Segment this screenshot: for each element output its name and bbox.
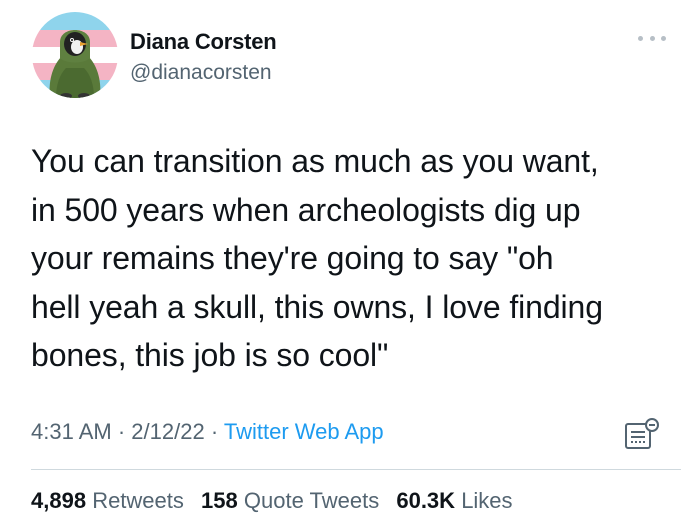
tweet-card: Diana Corsten @dianacorsten You can tran… <box>0 0 700 532</box>
engagement-stats: 4,898 Retweets 158 Quote Tweets 60.3K Li… <box>31 488 524 514</box>
likes-count: 60.3K <box>396 488 456 513</box>
quotes-label: Quote Tweets <box>243 488 380 513</box>
author-name[interactable]: Diana Corsten <box>130 29 277 55</box>
likes-label: Likes <box>461 488 513 513</box>
analytics-icon[interactable] <box>624 417 660 453</box>
tweet-source-link[interactable]: Twitter Web App <box>224 419 384 444</box>
tweet-text-line: You can transition as much as you want, <box>31 143 599 179</box>
tweet-meta: 4:31 AM · 2/12/22 · Twitter Web App <box>31 419 384 445</box>
quote-tweets-stat[interactable]: 158 Quote Tweets <box>201 488 379 513</box>
avatar-image <box>32 12 118 98</box>
tweet-date[interactable]: 2/12/22 <box>131 419 204 444</box>
meta-separator: · <box>117 419 126 444</box>
retweets-stat[interactable]: 4,898 Retweets <box>31 488 184 513</box>
tweet-text: You can transition as much as you want, … <box>31 137 681 380</box>
more-options-icon[interactable] <box>638 30 666 46</box>
tweet-text-line: hell yeah a skull, this owns, I love fin… <box>31 288 603 325</box>
meta-separator: · <box>210 419 219 444</box>
retweets-count: 4,898 <box>31 488 87 513</box>
likes-stat[interactable]: 60.3K Likes <box>396 488 512 513</box>
tweet-time[interactable]: 4:31 AM <box>31 419 112 444</box>
retweets-label: Retweets <box>92 488 184 513</box>
quotes-count: 158 <box>201 488 238 513</box>
tweet-text-line: bones, this job is so cool" <box>31 337 389 373</box>
more-dot <box>661 35 666 41</box>
avatar[interactable] <box>32 12 118 98</box>
divider <box>31 469 681 470</box>
tweet-text-line: your remains they're going to say "oh <box>31 240 554 276</box>
more-dot <box>638 35 643 41</box>
tweet-text-line: in 500 years when archeologists dig up <box>31 191 581 228</box>
author-handle[interactable]: @dianacorsten <box>130 61 272 85</box>
more-dot <box>649 35 655 41</box>
